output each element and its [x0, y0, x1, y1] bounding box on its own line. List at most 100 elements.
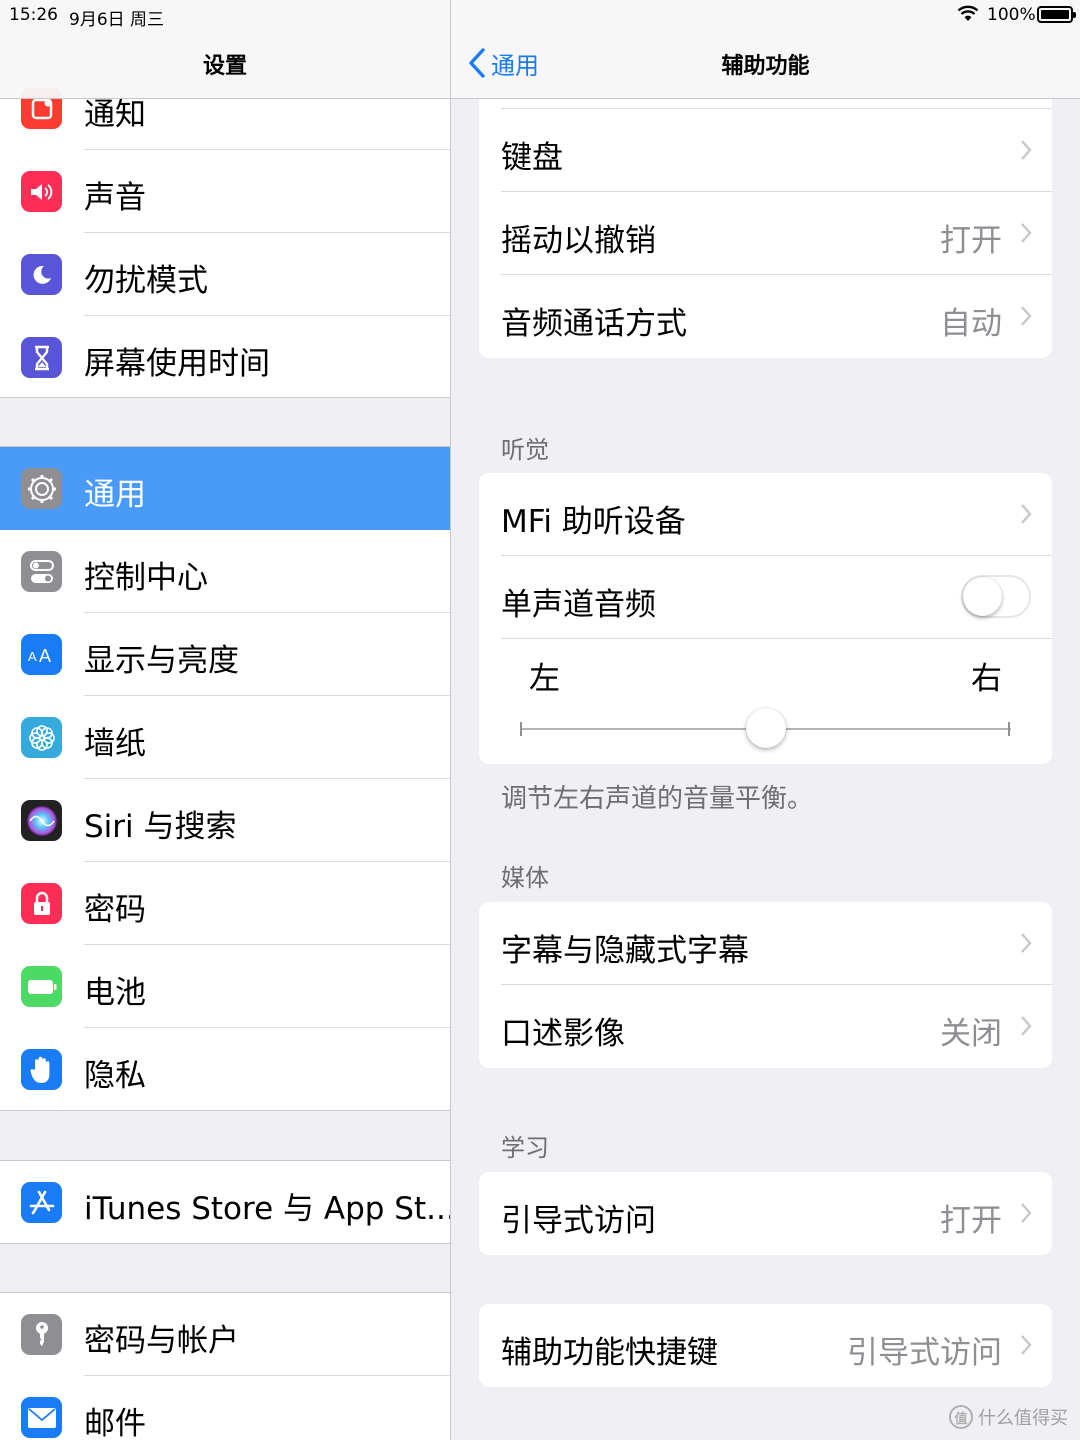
hearing-card: MFi 助听设备 单声道音频 左 右 — [479, 473, 1052, 764]
row-subtitles-captioning[interactable]: 字幕与隐藏式字幕 — [479, 902, 1052, 985]
row-guided-access[interactable]: 引导式访问 打开 — [479, 1172, 1052, 1255]
row-keyboard[interactable]: 键盘 — [479, 109, 1052, 192]
row-mfi-hearing-devices[interactable]: MFi 助听设备 — [479, 473, 1052, 556]
svg-text:A: A — [39, 646, 51, 665]
lock-icon — [21, 883, 62, 924]
row-label: 摇动以撤销 — [501, 223, 656, 259]
status-time: 15:26 — [9, 5, 58, 25]
balance-slider-thumb[interactable] — [746, 708, 786, 748]
sidebar-item-battery[interactable]: 电池 — [0, 945, 450, 1028]
battery-status-icon — [1037, 6, 1076, 23]
sidebar-item-privacy[interactable]: 隐私 — [0, 1028, 450, 1111]
battery-percent: 100% — [987, 5, 1036, 25]
watermark-text: 什么值得买 — [978, 1408, 1068, 1429]
row-value: 打开 — [940, 1203, 1002, 1239]
row-audio-descriptions[interactable]: 口述影像 关闭 — [479, 985, 1052, 1068]
sidebar-item-siri-search[interactable]: Siri 与搜索 — [0, 779, 450, 862]
sidebar-item-label: 墙纸 — [84, 726, 146, 762]
sidebar-item-sounds[interactable]: 声音 — [0, 150, 450, 233]
sidebar-item-label: 电池 — [84, 975, 146, 1011]
sidebar-item-label: 控制中心 — [84, 560, 208, 596]
detail-title: 辅助功能 — [721, 54, 810, 79]
section-header-media: 媒体 — [501, 864, 549, 892]
sidebar-item-display-brightness[interactable]: AA 显示与亮度 — [0, 613, 450, 696]
app-store-icon — [21, 1182, 62, 1223]
sidebar-group-store: iTunes Store 与 App St... — [0, 1160, 450, 1244]
sidebar-item-label: 密码 — [84, 892, 146, 928]
row-shake-to-undo[interactable]: 摇动以撤销 打开 — [479, 192, 1052, 275]
media-card: 字幕与隐藏式字幕 口述影像 关闭 — [479, 902, 1052, 1068]
sounds-icon — [21, 171, 62, 212]
balance-left-label: 左 — [529, 661, 560, 697]
text-size-icon: AA — [21, 634, 62, 675]
slider-tick-right — [1008, 722, 1010, 736]
status-date: 9月6日 周三 — [69, 10, 165, 30]
sidebar-item-label: Siri 与搜索 — [84, 809, 237, 845]
sidebar-item-label: 邮件 — [84, 1406, 146, 1440]
row-call-audio-routing[interactable]: 音频通话方式 自动 — [479, 275, 1052, 358]
sidebar-item-itunes-app-store[interactable]: iTunes Store 与 App St... — [0, 1161, 450, 1244]
learning-card: 引导式访问 打开 — [479, 1172, 1052, 1255]
shortcut-card: 辅助功能快捷键 引导式访问 — [479, 1304, 1052, 1387]
sidebar-item-label: 密码与帐户 — [84, 1323, 239, 1359]
balance-right-label: 右 — [971, 661, 1002, 697]
chevron-right-icon — [1021, 504, 1032, 524]
sidebar-item-label: 显示与亮度 — [84, 643, 239, 679]
row-value: 自动 — [940, 306, 1002, 342]
battery-icon — [21, 966, 62, 1007]
settings-sidebar: 设置 通知 声音 勿扰模式 屏幕使用时间 通用 控制中心 A A 显示与亮度 墙… — [0, 0, 450, 1440]
watermark: 值 什么值得买 — [949, 1404, 1068, 1430]
svg-text:A: A — [28, 649, 37, 664]
hourglass-icon — [21, 337, 62, 378]
sidebar-item-label: 勿扰模式 — [84, 263, 208, 299]
mail-icon — [21, 1397, 62, 1438]
row-label: 音频通话方式 — [501, 306, 687, 342]
sidebar-item-passcode[interactable]: 密码 — [0, 862, 450, 945]
chevron-right-icon — [1021, 1203, 1032, 1223]
sidebar-item-general[interactable]: 通用 — [0, 447, 450, 530]
accessibility-detail: 通用 辅助功能 键盘 摇动以撤销 打开 音频通话方式 自动 听觉 MFi 助听设… — [451, 0, 1080, 1440]
sidebar-item-label: iTunes Store 与 App St... — [84, 1191, 450, 1227]
sidebar-group-accounts: 密码与帐户 邮件 — [0, 1292, 450, 1440]
interaction-card: 键盘 摇动以撤销 打开 音频通话方式 自动 — [479, 60, 1052, 358]
mono-audio-toggle[interactable] — [961, 575, 1031, 618]
sidebar-group-notifications: 通知 声音 勿扰模式 屏幕使用时间 — [0, 64, 450, 398]
sidebar-item-control-center[interactable]: 控制中心 — [0, 530, 450, 613]
row-label: 辅助功能快捷键 — [501, 1335, 718, 1371]
balance-footer: 调节左右声道的音量平衡。 — [501, 784, 814, 814]
sidebar-item-do-not-disturb[interactable]: 勿扰模式 — [0, 233, 450, 316]
chevron-right-icon — [1021, 933, 1032, 953]
toggles-icon — [21, 551, 62, 592]
section-header-hearing: 听觉 — [501, 436, 549, 464]
toggle-knob — [963, 577, 1002, 616]
chevron-right-icon — [1021, 140, 1032, 160]
status-bar: 15:26 9月6日 周三 100% — [0, 0, 1080, 30]
row-label: 口述影像 — [501, 1016, 625, 1052]
siri-icon — [21, 800, 62, 841]
flower-icon — [21, 717, 62, 758]
row-mono-audio: 单声道音频 — [479, 556, 1052, 639]
sidebar-title: 设置 — [202, 54, 247, 79]
row-label: 键盘 — [501, 140, 563, 176]
sidebar-item-label: 隐私 — [84, 1058, 146, 1094]
row-accessibility-shortcut[interactable]: 辅助功能快捷键 引导式访问 — [479, 1304, 1052, 1387]
row-label: 字幕与隐藏式字幕 — [501, 933, 749, 969]
sidebar-item-label: 声音 — [84, 180, 146, 216]
moon-icon — [21, 254, 62, 295]
slider-tick-left — [520, 722, 522, 736]
key-icon — [21, 1314, 62, 1355]
chevron-right-icon — [1021, 1335, 1032, 1355]
row-value: 打开 — [940, 223, 1002, 259]
sidebar-item-mail[interactable]: 邮件 — [0, 1376, 450, 1440]
sidebar-item-label: 屏幕使用时间 — [84, 346, 270, 382]
section-header-learning: 学习 — [501, 1134, 549, 1162]
sidebar-item-passwords-accounts[interactable]: 密码与帐户 — [0, 1293, 450, 1376]
hand-icon — [21, 1049, 62, 1090]
sidebar-item-wallpaper[interactable]: 墙纸 — [0, 696, 450, 779]
sidebar-group-general: 通用 控制中心 AA 显示与亮度 墙纸 Siri 与搜索 密码 电池 隐私 — [0, 446, 450, 1111]
row-label: MFi 助听设备 — [501, 504, 686, 540]
row-label: 引导式访问 — [501, 1203, 656, 1239]
row-value: 关闭 — [940, 1016, 1002, 1052]
pane-divider — [450, 0, 451, 1440]
sidebar-item-screen-time[interactable]: 屏幕使用时间 — [0, 316, 450, 399]
